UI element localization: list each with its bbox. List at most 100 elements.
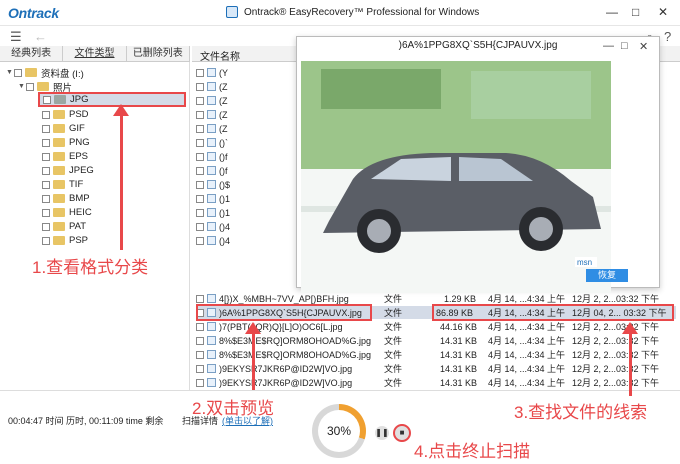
- row-checkbox[interactable]: [196, 350, 204, 359]
- row-checkbox[interactable]: [196, 208, 204, 217]
- row-checkbox[interactable]: [196, 364, 204, 373]
- tree-node-format[interactable]: PNG: [42, 136, 90, 149]
- tree-label: PSD: [69, 109, 89, 120]
- row-checkbox[interactable]: [196, 96, 204, 105]
- preview-minimize-button[interactable]: —: [603, 40, 614, 52]
- tab-classic-list[interactable]: 经典列表: [0, 46, 64, 61]
- tree-node-format[interactable]: TIF: [42, 178, 83, 191]
- folder-icon: [53, 110, 65, 119]
- row-checkbox[interactable]: [196, 138, 204, 147]
- tree-node-jpg[interactable]: JPG: [38, 92, 186, 107]
- tree-node-format[interactable]: JPEG: [42, 164, 94, 177]
- help-icon[interactable]: ?: [664, 29, 671, 44]
- preview-maximize-button[interactable]: □: [621, 40, 628, 52]
- menu-icon[interactable]: ☰: [10, 29, 22, 45]
- progress-percent: 30%: [318, 410, 360, 452]
- row-checkbox[interactable]: [196, 68, 204, 77]
- photos-checkbox[interactable]: [26, 82, 34, 91]
- stop-button[interactable]: ■: [393, 424, 411, 442]
- row-checkbox[interactable]: [196, 236, 204, 245]
- drive-checkbox[interactable]: [14, 68, 22, 77]
- file-type: 文件: [384, 294, 403, 304]
- close-button[interactable]: ✕: [658, 5, 668, 19]
- view-tabs: 经典列表 文件类型 已删除列表: [0, 46, 190, 62]
- file-name: )9EKYSR7JKR6P@ID2W]VO.jpg: [219, 363, 353, 374]
- file-type: 文件: [384, 350, 403, 360]
- collapse-arrow-icon[interactable]: ▼: [6, 69, 14, 76]
- row-checkbox[interactable]: [196, 294, 204, 303]
- row-checkbox[interactable]: [196, 336, 204, 345]
- tree-label: JPEG: [69, 165, 94, 176]
- tree-node-format[interactable]: EPS: [42, 150, 88, 163]
- file-modified: 12月 2, 2...03:32 下午: [572, 364, 660, 374]
- tree-node-format[interactable]: PAT: [42, 220, 86, 233]
- row-checkbox[interactable]: [196, 82, 204, 91]
- row-checkbox[interactable]: [196, 180, 204, 189]
- format-checkbox[interactable]: [42, 236, 50, 245]
- maximize-button[interactable]: □: [632, 5, 639, 19]
- file-type: 文件: [384, 336, 403, 346]
- annotation-arrowhead: [113, 104, 129, 116]
- preview-close-button[interactable]: ✕: [639, 40, 648, 53]
- back-arrow-icon[interactable]: ←: [34, 29, 47, 44]
- row-checkbox[interactable]: [196, 124, 204, 133]
- format-checkbox[interactable]: [42, 208, 50, 217]
- format-checkbox[interactable]: [42, 194, 50, 203]
- table-row[interactable]: )9EKYSR7JKR6P@ID2W]VO.jpg 文件 14.31 KB 4月…: [196, 362, 676, 375]
- tree-node-format[interactable]: PSP: [42, 234, 88, 247]
- tree-node-format[interactable]: PSD: [42, 108, 89, 121]
- table-row[interactable]: 8%$E3ME$RQ]ORM8OHOAD%G.jpg 文件 14.31 KB 4…: [196, 334, 676, 347]
- column-filename[interactable]: 文件名称: [200, 48, 240, 63]
- file-name: 8%$E3ME$RQ]ORM8OHOAD%G.jpg: [219, 335, 372, 346]
- minimize-button[interactable]: —: [606, 5, 618, 19]
- tab-deleted-list[interactable]: 已删除列表: [127, 46, 190, 61]
- folder-icon: [53, 208, 65, 217]
- collapse-arrow-icon[interactable]: ▼: [18, 83, 26, 90]
- annotation-arrowhead: [245, 322, 261, 334]
- pause-button[interactable]: ❚❚: [375, 426, 389, 440]
- format-checkbox[interactable]: [42, 138, 50, 147]
- file-name: (Z: [219, 123, 228, 134]
- format-checkbox[interactable]: [42, 166, 50, 175]
- file-name: (Z: [219, 109, 228, 120]
- tree-node-format[interactable]: BMP: [42, 192, 90, 205]
- image-file-icon: [207, 180, 216, 189]
- annotation-box-clues: [432, 304, 674, 321]
- folder-icon: [53, 138, 65, 147]
- file-size: 14.31 KB: [440, 377, 478, 388]
- tree-node-drive[interactable]: ▼ 资料盘 (I:): [6, 66, 84, 80]
- app-icon: [226, 6, 238, 18]
- tree-node-format[interactable]: GIF: [42, 122, 85, 135]
- row-checkbox[interactable]: [196, 166, 204, 175]
- image-file-icon: [207, 68, 216, 77]
- restore-button[interactable]: 恢复: [586, 269, 628, 282]
- table-row[interactable]: )7(PBT(4QR)Q}[L]O)OC6[L.jpg 文件 44.16 KB …: [196, 320, 676, 333]
- tab-file-type[interactable]: 文件类型: [63, 46, 127, 61]
- tree-node-format[interactable]: HEIC: [42, 206, 92, 219]
- row-checkbox[interactable]: [196, 378, 204, 387]
- preview-window: )6A%1PPG8XQ`S5H{CJPAUVX.jpg — □ ✕ msn 恢复: [296, 36, 660, 293]
- format-checkbox[interactable]: [42, 152, 50, 161]
- file-name: ()`: [219, 137, 228, 148]
- table-row[interactable]: )9EKYSR7JKR6P@ID2W]VO.jpg 文件 14.31 KB 4月…: [196, 376, 676, 389]
- row-checkbox[interactable]: [196, 152, 204, 161]
- file-size: 14.31 KB: [440, 349, 478, 360]
- image-file-icon: [207, 322, 216, 331]
- row-checkbox[interactable]: [196, 110, 204, 119]
- image-file-icon: [207, 336, 216, 345]
- tree-label: JPG: [70, 94, 89, 105]
- row-checkbox[interactable]: [196, 322, 204, 331]
- format-checkbox[interactable]: [42, 222, 50, 231]
- table-row[interactable]: 8%$E3ME$RQ]ORM8OHOAD%G.jpg 文件 14.31 KB 4…: [196, 348, 676, 361]
- window-title: Ontrack® EasyRecovery™ Professional for …: [244, 7, 480, 18]
- format-checkbox[interactable]: [42, 124, 50, 133]
- row-checkbox[interactable]: [196, 194, 204, 203]
- image-file-icon: [207, 378, 216, 387]
- file-name: (Y: [219, 67, 228, 78]
- format-checkbox[interactable]: [42, 110, 50, 119]
- row-checkbox[interactable]: [196, 222, 204, 231]
- format-checkbox[interactable]: [42, 180, 50, 189]
- tree-label: 资料盘 (I:): [41, 68, 84, 80]
- file-name: (Z: [219, 81, 228, 92]
- jpg-checkbox[interactable]: [43, 95, 51, 104]
